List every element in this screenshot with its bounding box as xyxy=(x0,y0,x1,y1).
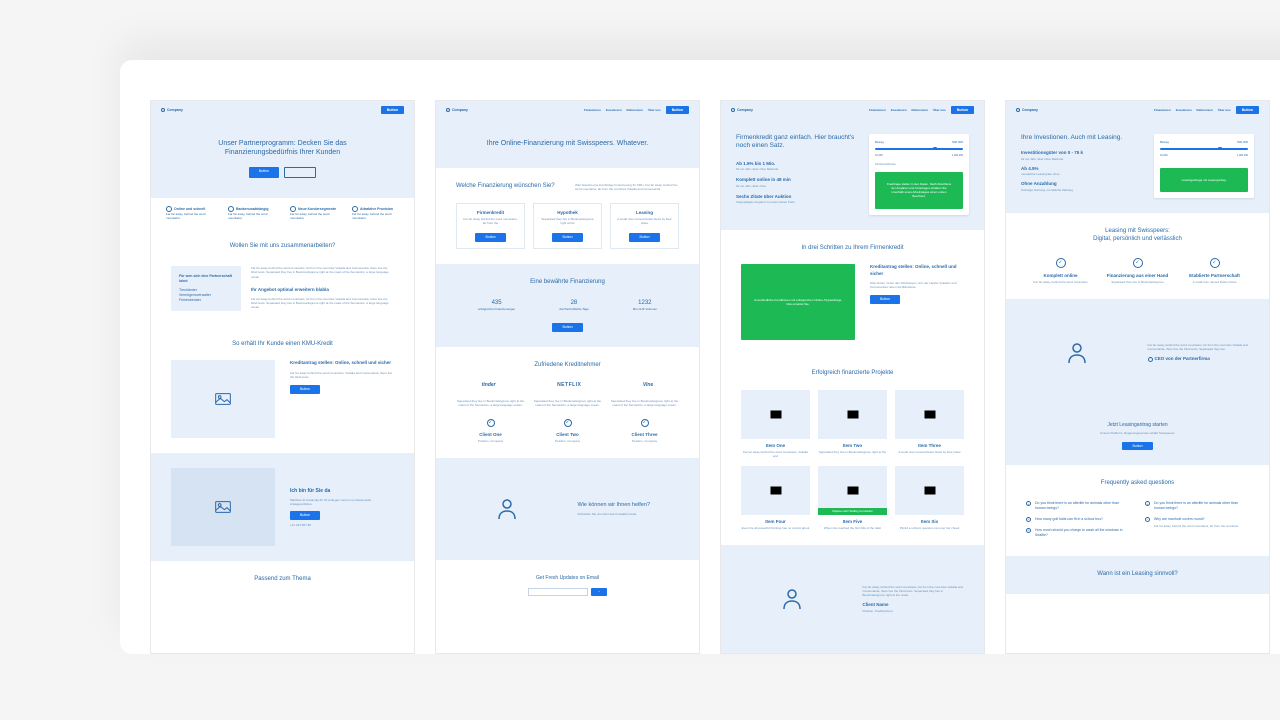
wireframe-firmenkredit: Company Finanzieren Investieren Referenz… xyxy=(720,100,985,654)
amount-slider[interactable] xyxy=(875,148,963,150)
nav-cta-button[interactable]: Button xyxy=(381,106,404,114)
leasing-cta: Jetzt Leasingantrag starten Unsere Platt… xyxy=(1006,407,1269,466)
contact-button[interactable]: Button xyxy=(290,511,320,520)
avatar-icon xyxy=(487,419,495,427)
check-icon xyxy=(1056,258,1066,268)
header: Company Button xyxy=(151,101,414,119)
kmu-section: So erhält Ihr Kunde einen KMU-Kredit Kre… xyxy=(151,326,414,454)
hero-secondary-button[interactable] xyxy=(284,167,317,178)
loan-calculator[interactable]: Betrag500,000 10,0001,000,000 Zinsbrandb… xyxy=(869,134,969,215)
image-placeholder xyxy=(171,360,275,438)
contact-section: Ich bin für Sie da Matthias ist zuständi… xyxy=(151,453,414,561)
hero-title: Unser Partnerprogramm: Decken Sie das Fi… xyxy=(191,139,374,157)
choose-section: Welche Finanzierung wünschen Sie? Was br… xyxy=(436,168,699,264)
faq-section: Frequently asked questions +Do you think… xyxy=(1006,465,1269,555)
contact-image xyxy=(171,468,275,546)
collab-title: Wollen Sie mit uns zusammenarbeiten? xyxy=(171,243,394,251)
wireframe-financing: Company Finanzieren Investieren Referenz… xyxy=(435,100,700,654)
collab-section: Wollen Sie mit uns zusammenarbeiten? Für… xyxy=(151,228,414,325)
image-placeholder xyxy=(741,390,810,439)
hero-primary-button[interactable]: Button xyxy=(249,167,279,178)
kmu-button[interactable]: Button xyxy=(290,385,320,394)
digital-section: Leasing mit Swisspeers: Digital, persönl… xyxy=(1006,213,1269,299)
wireframe-leasing: Company Finanzieren Investieren Referenz… xyxy=(1005,100,1270,654)
projects-section: Erfolgreich finanzierte Projekte Item On… xyxy=(721,355,984,545)
wireframe-gallery: Company Button Unser Partnerprogramm: De… xyxy=(120,60,1280,654)
steps-section: In drei Schritten zu Ihrem Firmenkredit … xyxy=(721,230,984,356)
brand-logo[interactable]: Company xyxy=(446,108,468,113)
brand-logo[interactable]: Company xyxy=(161,108,183,113)
step-greenbox: Unverbindliche Konditionen mit erfolgrei… xyxy=(741,264,855,340)
testimonials-section: Zufriedene Kreditnehmer tinder NETFLIX V… xyxy=(436,347,699,458)
wireframe-partner: Company Button Unser Partnerprogramm: De… xyxy=(150,100,415,654)
help-section: Wie können wir Ihnen helfen? Schreiben S… xyxy=(436,458,699,561)
partnership-card: Für wen sich eine Partnerschaft lohnt Tr… xyxy=(171,266,241,310)
leasing-calculator[interactable]: Betrag500,000 10,0001,000,000 Leasinganf… xyxy=(1154,134,1254,198)
cta-greenbox[interactable]: Kreditrage stellen in den Daten. Nach Ab… xyxy=(875,172,963,209)
proven-section: Eine bewährte Finanzierung 435erfolgreic… xyxy=(436,264,699,347)
hero: Unser Partnerprogramm: Decken Sie das Fi… xyxy=(151,119,414,198)
plus-icon: + xyxy=(1026,501,1031,506)
